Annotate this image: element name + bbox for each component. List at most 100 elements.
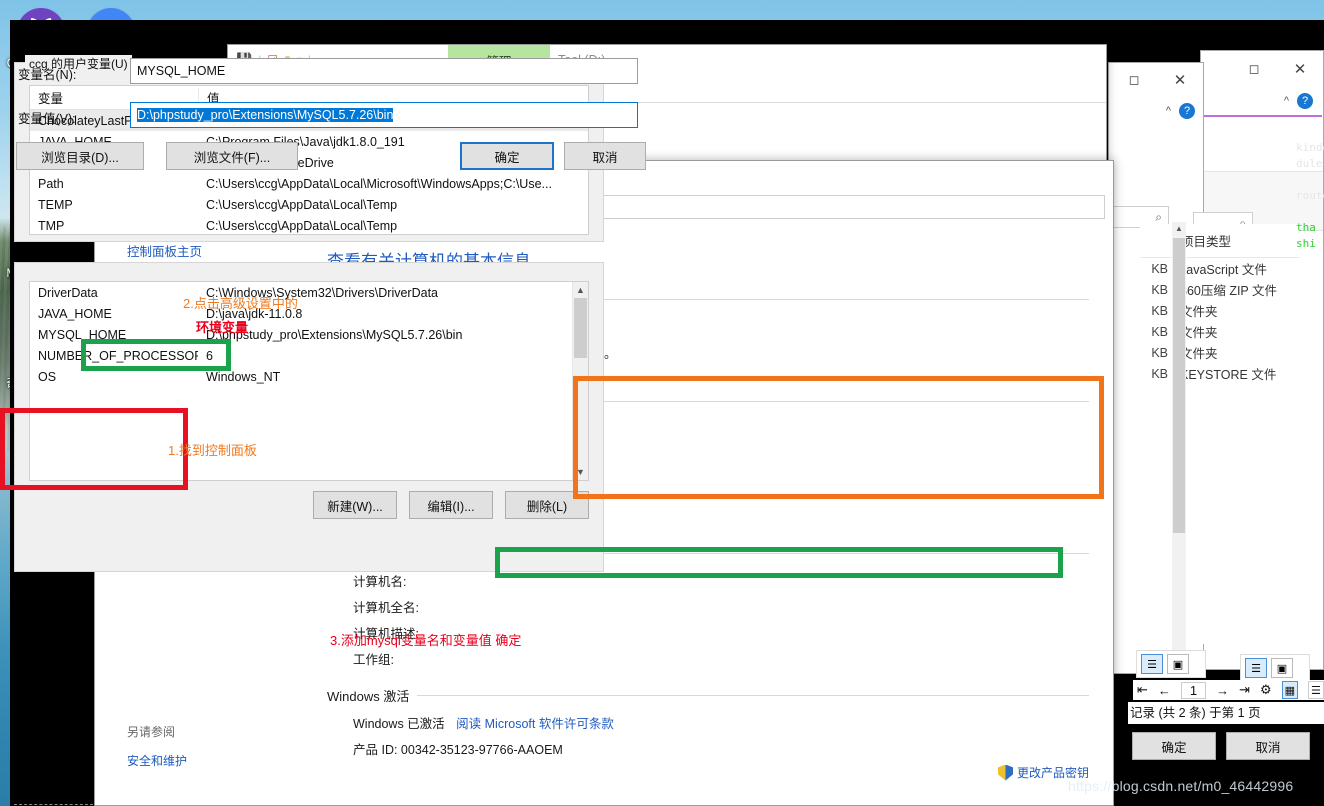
terminal-text-overlay-2: kinde dule route: [1296, 140, 1324, 204]
maximize-button-b[interactable]: ◻: [1231, 54, 1277, 84]
help-icon-b[interactable]: ?: [1297, 93, 1313, 109]
group-title-activation: Windows 激活: [327, 689, 410, 704]
right-explorer-rows: KB JavaScript 文件 KB 360压缩 ZIP 文件 KB 文件夹 KB 文件夹 K…: [1140, 258, 1300, 384]
system-variables-rows: DriverData C:\Windows\System32\Drivers\Dr…: [30, 282, 588, 387]
browse-directory-button[interactable]: 浏览目录(D)...: [16, 142, 144, 170]
env-dialog-ok-button[interactable]: 确定: [1132, 732, 1216, 760]
details-view-icon-b[interactable]: ☰: [1245, 658, 1267, 678]
close-button-b[interactable]: ✕: [1277, 54, 1323, 84]
system-variable-row[interactable]: JAVA_HOME D:\java\jdk-11.0.8: [30, 303, 588, 324]
file-row[interactable]: KB 360压缩 ZIP 文件: [1140, 279, 1300, 300]
file-row[interactable]: KB 文件夹: [1140, 321, 1300, 342]
first-page-icon[interactable]: ⇤: [1137, 682, 1148, 698]
see-also-link-security-maintenance[interactable]: 安全和维护: [127, 752, 187, 769]
shield-icon-product-key: [998, 765, 1013, 781]
view-toggle-group-b[interactable]: ☰ ▣: [1240, 654, 1310, 682]
annotation-step-2b: 环境变量: [196, 320, 249, 335]
variable-value-label: 变量值(V):: [18, 112, 76, 126]
user-variable-row[interactable]: Path C:\Users\ccg\AppData\Local\Microsoft…: [30, 173, 588, 194]
right-explorer-scrollbar[interactable]: ▲ ▼: [1172, 222, 1186, 662]
sidebar-item-control-panel-home[interactable]: 控制面板主页: [113, 241, 305, 260]
file-row[interactable]: KB KEYSTORE 文件: [1140, 363, 1300, 384]
terminal-line-4: dule: [1296, 157, 1323, 170]
variable-value-value: D:\phpstudy_pro\Extensions\MySQL5.7.26\b…: [137, 108, 394, 122]
license-terms-link[interactable]: 阅读 Microsoft 软件许可条款: [456, 717, 614, 731]
group-rule-4: [417, 695, 1089, 696]
large-icons-view-icon-b[interactable]: ▣: [1271, 658, 1293, 678]
terminal-line-2: shi: [1296, 237, 1316, 250]
view-toggle-group-a[interactable]: ☰ ▣: [1136, 650, 1206, 678]
variable-name-cell: DriverData: [38, 285, 98, 300]
browse-file-button[interactable]: 浏览文件(F)...: [166, 142, 298, 170]
page-number-input[interactable]: 1: [1180, 681, 1207, 699]
system-variable-row[interactable]: DriverData C:\Windows\System32\Drivers\Dr…: [30, 282, 588, 303]
ribbon-collapse-icon-b[interactable]: ^: [1284, 95, 1289, 107]
variable-name-cell: JAVA_HOME: [38, 306, 112, 321]
user-variable-row[interactable]: TEMP C:\Users\ccg\AppData\Local\Temp: [30, 194, 588, 215]
variable-name-cell: TEMP: [38, 197, 73, 212]
right-explorer-file-list[interactable]: 项目类型 KB JavaScript 文件 KB 360压缩 ZIP 文件 KB 文件夹 K…: [1140, 224, 1300, 644]
last-page-icon[interactable]: ⇥: [1239, 682, 1250, 698]
product-id: 产品 ID: 00342-35123-97766-AAOEM: [353, 743, 563, 757]
search-icon-a: ⌕: [1155, 209, 1162, 224]
new-variable-button[interactable]: 新建(W)...: [313, 491, 397, 519]
terminal-line-3: kinde: [1296, 141, 1324, 154]
edit-dialog-ok-button[interactable]: 确定: [460, 142, 554, 170]
computer-name-row: 工作组:: [353, 653, 394, 667]
large-icons-view-icon-a[interactable]: ▣: [1167, 654, 1189, 674]
terminal-text-overlay: tha shi: [1296, 220, 1324, 340]
file-type-cell: JavaScript 文件: [1180, 263, 1267, 277]
file-row[interactable]: KB 文件夹: [1140, 300, 1300, 321]
ribbon-collapse-icon-a[interactable]: ^: [1166, 105, 1171, 117]
orange-box-edit-fields: [573, 376, 1104, 499]
sysvar-scroll-thumb[interactable]: [574, 298, 587, 358]
variable-name-cell: TMP: [38, 218, 65, 233]
variable-value-cell: Windows_NT: [206, 369, 281, 384]
details-view-icon-a[interactable]: ☰: [1141, 654, 1163, 674]
file-size-cell: KB: [1151, 303, 1168, 318]
record-status-text: 记录 (共 2 条) 于第 1 页: [1128, 702, 1324, 724]
settings-gear-icon[interactable]: ⚙: [1260, 682, 1272, 698]
variable-value-cell: 6: [206, 348, 213, 363]
variable-name-input[interactable]: MYSQL_HOME: [130, 58, 638, 84]
grid-view-icon[interactable]: ▦: [1281, 681, 1298, 699]
variable-value-cell: C:\Users\ccg\AppData\Local\Temp: [206, 197, 398, 212]
help-icon-a[interactable]: ?: [1179, 103, 1195, 119]
green-box-mysql-home-row: [495, 547, 1063, 578]
scroll-up-arrow[interactable]: ▲: [1172, 222, 1186, 236]
see-also-block: 另请参阅 安全和维护: [127, 723, 187, 769]
list-view-icon[interactable]: ☰: [1307, 681, 1324, 699]
next-page-icon[interactable]: →: [1216, 683, 1229, 698]
activation-status-row: Windows 已激活 阅读 Microsoft 软件许可条款: [353, 713, 1089, 732]
edit-variable-button[interactable]: 编辑(I)...: [409, 491, 493, 519]
prev-page-icon[interactable]: ←: [1158, 683, 1171, 698]
maximize-button-a[interactable]: ◻: [1111, 65, 1157, 95]
file-size-cell: KB: [1151, 324, 1168, 339]
variable-name-value: MYSQL_HOME: [137, 64, 226, 78]
computer-name-row: 计算机全名:: [353, 601, 419, 615]
close-button-a[interactable]: ✕: [1157, 65, 1203, 95]
variable-value-cell: C:\Users\ccg\AppData\Local\Temp: [206, 218, 398, 233]
user-variable-row[interactable]: TMP C:\Users\ccg\AppData\Local\Temp: [30, 215, 588, 234]
system-variables-buttons: 新建(W)... 编辑(I)... 删除(L): [313, 491, 589, 519]
variable-value-input[interactable]: D:\phpstudy_pro\Extensions\MySQL5.7.26\b…: [130, 102, 638, 128]
scroll-thumb[interactable]: [1173, 238, 1185, 533]
env-dialog-cancel-button[interactable]: 取消: [1226, 732, 1310, 760]
file-size-cell: KB: [1151, 345, 1168, 360]
annotation-step-3: 3.添加mysql变量名和变量值 确定: [330, 633, 522, 648]
file-type-cell: KEYSTORE 文件: [1180, 368, 1277, 382]
variable-name-cell: OS: [38, 369, 57, 384]
terminal-line-1: tha: [1296, 221, 1316, 234]
sysvar-scroll-up-arrow[interactable]: ▲: [573, 282, 588, 298]
green-box-advanced-settings: [81, 339, 231, 371]
variable-value-cell: C:\Users\ccg\AppData\Local\Microsoft\Win…: [206, 176, 552, 191]
red-box-control-panel: [0, 408, 188, 490]
edit-dialog-cancel-button[interactable]: 取消: [564, 142, 646, 170]
annotation-step-2: 2.点击高级设置中的: [183, 296, 298, 311]
user-variables-rows: ChocolateyLastPathUpdate1324011551286405…: [30, 110, 588, 234]
record-pager[interactable]: ⇤ ← 1 → ⇥ ⚙ ▦ ☰: [1133, 680, 1324, 700]
file-row[interactable]: KB 文件夹: [1140, 342, 1300, 363]
variable-name-cell: Path: [38, 176, 64, 191]
file-row[interactable]: KB JavaScript 文件: [1140, 258, 1300, 279]
variable-name-label: 变量名(N):: [18, 68, 77, 82]
